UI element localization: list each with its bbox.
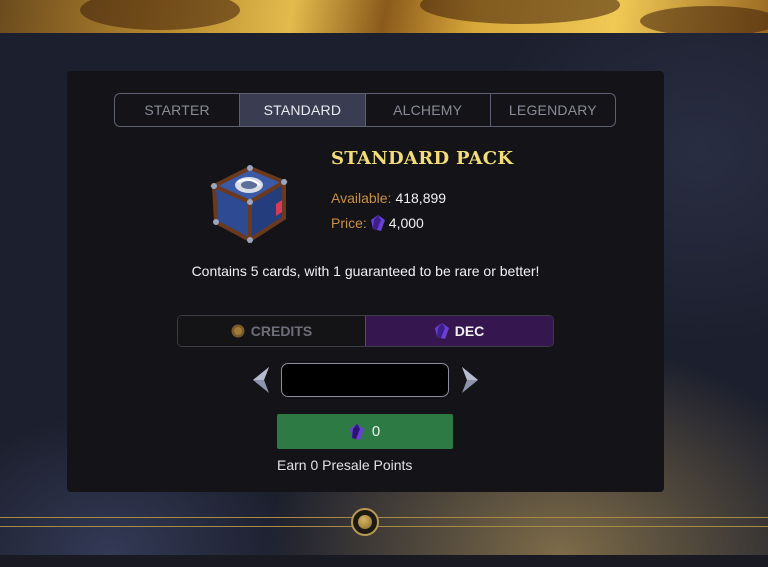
tab-legendary[interactable]: LEGENDARY [491,94,615,126]
pack-title: STANDARD PACK [331,148,514,169]
available-row: Available: 418,899 [331,190,446,206]
credits-label: CREDITS [250,323,313,339]
available-value: 418,899 [395,190,447,206]
treasure-chest-icon [210,165,288,244]
price-value: 4,000 [388,215,424,231]
quantity-input[interactable] [281,363,449,397]
top-banner-artwork [0,0,768,36]
tab-standard[interactable]: STANDARD [240,94,366,126]
pack-description: Contains 5 cards, with 1 guaranteed to b… [191,263,540,279]
credits-coin-icon [231,324,245,338]
footer-ornament [351,508,379,536]
dec-button[interactable]: DEC [365,316,553,346]
tab-starter[interactable]: STARTER [115,94,241,126]
tab-alchemy[interactable]: ALCHEMY [366,94,491,126]
presale-points-text: Earn 0 Presale Points [277,457,413,473]
price-row: Price: 4,000 [331,215,424,231]
available-label: Available: [331,190,392,206]
dec-crystal-icon [349,423,364,440]
dec-crystal-icon [434,323,449,339]
footer-divider [0,526,768,527]
chevron-right-icon[interactable] [458,366,482,394]
currency-selector: CREDITS DEC [177,315,554,347]
bottom-bar [0,555,768,567]
pack-type-tabs: STARTER STANDARD ALCHEMY LEGENDARY [114,93,616,127]
buy-amount: 0 [371,423,381,440]
chevron-left-icon[interactable] [249,366,273,394]
price-label: Price: [331,215,367,231]
dec-label: DEC [454,323,485,339]
dec-crystal-icon [370,215,385,231]
footer-divider [0,517,768,518]
credits-button[interactable]: CREDITS [178,316,365,346]
buy-button[interactable]: 0 [277,414,453,449]
